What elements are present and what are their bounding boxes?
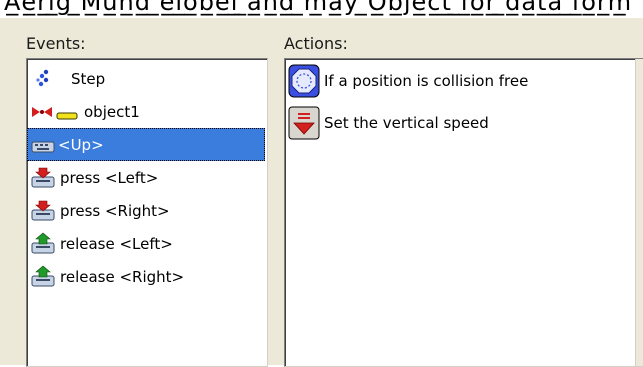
event-release-right-label: release <Right> [60, 267, 185, 286]
collision-free-icon [288, 64, 320, 98]
key-press-icon [30, 166, 56, 190]
event-press-left[interactable]: press <Left> [27, 161, 265, 194]
event-step-label: Step [71, 69, 106, 88]
actions-header: Actions: [284, 34, 348, 53]
object-sprite-icon [56, 107, 78, 119]
events-header: Events: [26, 34, 86, 53]
top-partial-text: A̲e̲r̲i̲g̲ ̲M̲u̲n̲d̲ ̲e̲l̲o̲b̲e̲l̲ ̲a̲n̲… [4, 0, 633, 16]
action-set-vertical-speed[interactable]: Set the vertical speed [285, 103, 635, 143]
vertical-speed-icon [288, 106, 320, 140]
action-check-collision-free[interactable]: If a position is collision free [285, 61, 635, 101]
event-press-right-label: press <Right> [60, 201, 170, 220]
step-icon [33, 68, 55, 90]
action-collision-free-label: If a position is collision free [324, 72, 529, 90]
event-keyboard-up-label: <Up> [58, 135, 104, 154]
event-release-left[interactable]: release <Left> [27, 227, 265, 260]
event-press-left-label: press <Left> [60, 168, 159, 187]
event-release-left-label: release <Left> [60, 234, 173, 253]
keyboard-icon [30, 134, 56, 156]
event-press-right[interactable]: press <Right> [27, 194, 265, 227]
key-release-icon [30, 265, 56, 289]
event-collision-label: object1 [84, 102, 140, 121]
object-properties-panel: Events: Step object1 <Up> press <Left> p… [0, 18, 643, 367]
key-release-icon [30, 232, 56, 256]
actions-list[interactable]: If a position is collision free Set the … [284, 58, 643, 367]
event-step[interactable]: Step [27, 62, 265, 95]
event-keyboard-up[interactable]: <Up> [27, 128, 265, 161]
top-title-strip: A̲e̲r̲i̲g̲ ̲M̲u̲n̲d̲ ̲e̲l̲o̲b̲e̲l̲ ̲a̲n̲… [0, 0, 643, 18]
collision-icon [30, 101, 54, 123]
action-vertical-speed-label: Set the vertical speed [324, 114, 489, 132]
events-list[interactable]: Step object1 <Up> press <Left> press <Ri… [26, 58, 268, 367]
key-press-icon [30, 199, 56, 223]
actions-scrollbar-edge [635, 59, 643, 366]
event-collision-object1[interactable]: object1 [27, 95, 265, 128]
event-release-right[interactable]: release <Right> [27, 260, 265, 293]
